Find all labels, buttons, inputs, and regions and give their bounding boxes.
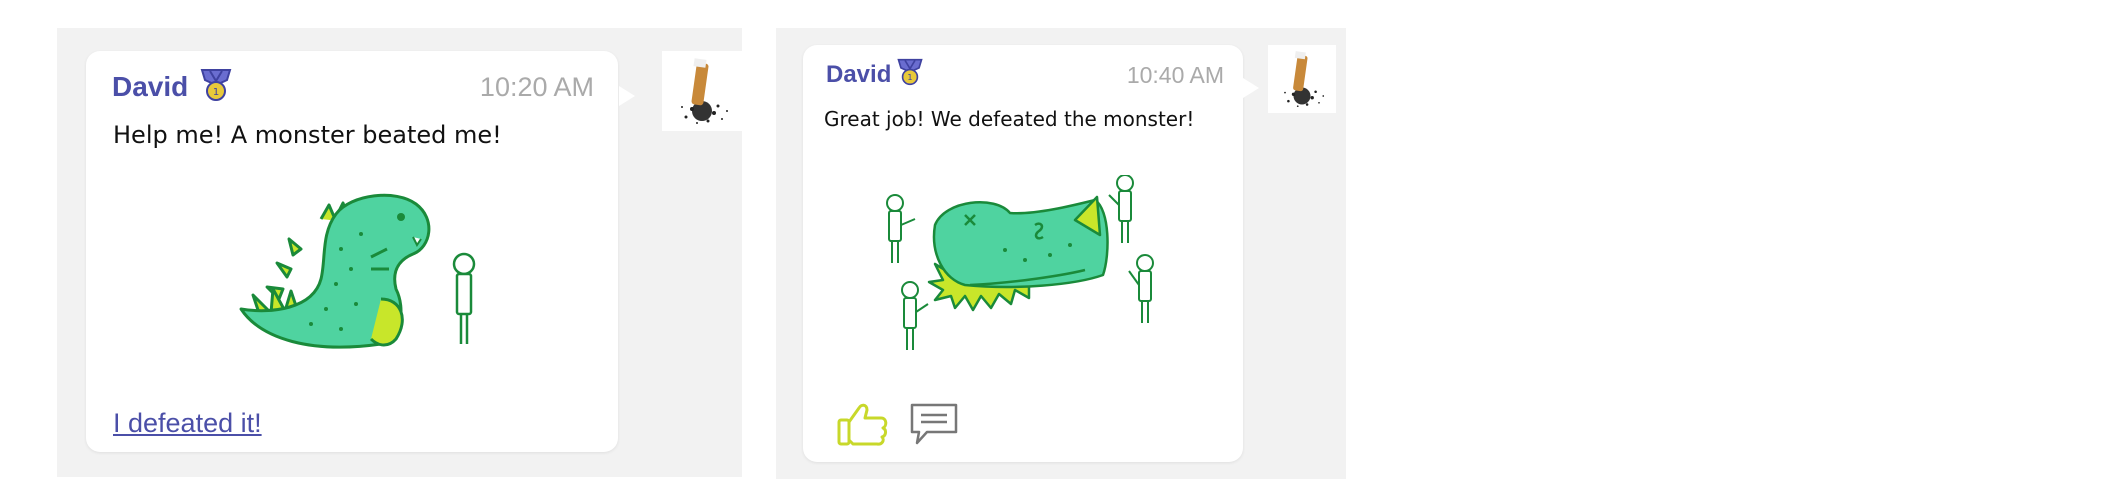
- medal-icon: 1: [199, 67, 233, 103]
- defeated-link[interactable]: I defeated it!: [113, 408, 262, 439]
- message-text: Great job! We defeated the monster!: [824, 107, 1195, 131]
- chat-panel-1: David 1 10:20 AM Help me! A monster beat…: [57, 28, 742, 477]
- chat-panel-2: David 1 10:40 AM Great job! We defeated …: [776, 28, 1346, 479]
- svg-text:1: 1: [907, 72, 912, 82]
- svg-text:1: 1: [213, 87, 219, 98]
- defeated-monster-illustration: [875, 175, 1175, 355]
- message-card-1: David 1 10:20 AM Help me! A monster beat…: [86, 51, 618, 452]
- comment-icon[interactable]: [909, 402, 959, 446]
- monster-illustration: [231, 189, 491, 361]
- message-card-2: David 1 10:40 AM Great job! We defeated …: [803, 45, 1243, 462]
- sender-name[interactable]: David: [826, 61, 891, 89]
- message-time: 10:20 AM: [479, 72, 594, 102]
- message-text: Help me! A monster beated me!: [113, 121, 502, 149]
- thumbs-up-icon[interactable]: [837, 402, 889, 446]
- bubble-tail: [619, 86, 635, 106]
- bubble-tail: [1243, 78, 1259, 98]
- cigarette-avatar[interactable]: [1268, 45, 1336, 113]
- sender-name[interactable]: David: [112, 71, 188, 103]
- medal-icon: 1: [896, 57, 924, 87]
- message-time: 10:40 AM: [1126, 62, 1224, 88]
- cigarette-avatar[interactable]: [662, 51, 742, 131]
